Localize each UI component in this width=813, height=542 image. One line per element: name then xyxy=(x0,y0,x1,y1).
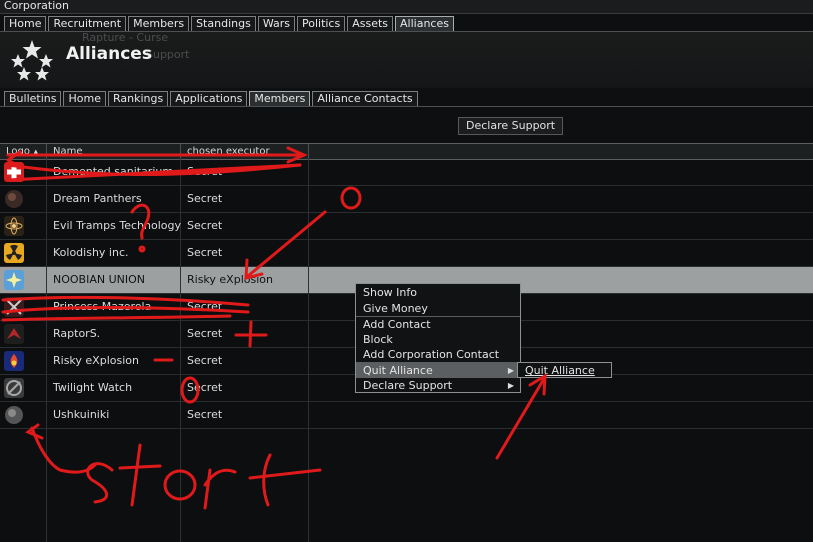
background-text: Rapture - Curse xyxy=(82,31,169,44)
sub-tabs: Bulletins Home Rankings Applications Mem… xyxy=(4,91,418,107)
menu-item-add-corporation-contact[interactable]: Add Corporation Contact xyxy=(356,347,520,362)
row-name: Twilight Watch xyxy=(47,375,181,401)
submenu-item-quit-alliance[interactable]: Quit Alliance xyxy=(518,363,611,378)
grey-orb-icon xyxy=(5,406,23,424)
menu-item-give-money[interactable]: Give Money xyxy=(356,301,520,316)
logo-cell xyxy=(0,186,47,212)
row-name: Princess Mazerola xyxy=(47,294,181,320)
menu-item-block[interactable]: Block xyxy=(356,332,520,347)
column-header-executor[interactable]: chosen executor xyxy=(181,144,309,159)
submenu: Quit Alliance xyxy=(517,362,612,378)
tab-standings[interactable]: Standings xyxy=(191,16,256,32)
menu-item-label: Quit Alliance xyxy=(363,364,433,377)
tab-politics[interactable]: Politics xyxy=(296,16,346,32)
star-burst-icon xyxy=(4,270,24,290)
logo-cell xyxy=(0,348,47,374)
swords-icon xyxy=(4,297,24,317)
column-divider xyxy=(46,429,47,542)
raptor-icon xyxy=(4,324,24,344)
tab-wars[interactable]: Wars xyxy=(257,16,295,32)
logo-cell xyxy=(0,267,47,293)
column-header-label: Logo xyxy=(6,146,30,157)
subtab-applications[interactable]: Applications xyxy=(170,91,248,107)
atom-icon xyxy=(4,216,24,236)
emblem-icon xyxy=(4,378,24,398)
tab-members[interactable]: Members xyxy=(128,16,190,32)
row-executor: Secret xyxy=(181,348,309,374)
row-name: Dream Panthers xyxy=(47,186,181,212)
alliance-stars-icon xyxy=(11,40,53,81)
logo-cell xyxy=(0,213,47,239)
menu-item-quit-alliance[interactable]: Quit Alliance ▶ xyxy=(356,363,520,378)
row-name: RaptorS. xyxy=(47,321,181,347)
declare-support-button[interactable]: Declare Support xyxy=(458,117,564,135)
tab-alliances[interactable]: Alliances xyxy=(395,16,454,32)
column-header-logo[interactable]: Logo ▲ xyxy=(0,144,47,159)
submenu-arrow-icon: ▶ xyxy=(507,381,514,390)
menu-item-declare-support[interactable]: Declare Support ▶ xyxy=(356,378,520,393)
subtab-home[interactable]: Home xyxy=(63,91,106,107)
table-row[interactable]: Evil Tramps Technology Secret xyxy=(0,213,813,240)
row-executor: Secret xyxy=(181,240,309,266)
menu-item-show-info[interactable]: Show Info xyxy=(356,285,520,300)
subtab-alliance-contacts[interactable]: Alliance Contacts xyxy=(312,91,418,107)
tab-home[interactable]: Home xyxy=(4,16,47,32)
radiation-icon xyxy=(4,243,24,263)
table-header: Logo ▲ Name chosen executor xyxy=(0,143,813,160)
column-divider xyxy=(180,429,181,542)
row-executor: Secret xyxy=(181,375,309,401)
logo-cell xyxy=(0,402,47,428)
table-row[interactable]: Dream Panthers Secret xyxy=(0,186,813,213)
logo-cell xyxy=(0,375,47,401)
table-row[interactable]: Demented sanitarium Secret xyxy=(0,159,813,186)
dark-circle-icon xyxy=(5,190,23,208)
row-name: Risky eXplosion xyxy=(47,348,181,374)
row-name: Ushkuiniki xyxy=(47,402,181,428)
tab-assets[interactable]: Assets xyxy=(347,16,394,32)
subtab-divider xyxy=(0,106,813,107)
table-row[interactable]: Ushkuiniki Secret xyxy=(0,402,813,429)
logo-cell xyxy=(0,159,47,185)
window-title: Corporation xyxy=(4,0,69,12)
blue-flame-icon xyxy=(4,351,24,371)
main-tabs: Home Recruitment Members Standings Wars … xyxy=(4,16,454,32)
tab-recruitment[interactable]: Recruitment xyxy=(48,16,127,32)
page-title: Alliances xyxy=(66,44,152,64)
logo-cell xyxy=(0,240,47,266)
window-title-bar: Corporation xyxy=(0,0,813,14)
column-divider xyxy=(308,429,309,542)
sort-ascending-icon: ▲ xyxy=(33,148,39,156)
row-executor: Secret xyxy=(181,294,309,320)
subtab-rankings[interactable]: Rankings xyxy=(107,91,169,107)
row-executor: Secret xyxy=(181,321,309,347)
logo-cell xyxy=(0,321,47,347)
column-header-name[interactable]: Name xyxy=(47,144,181,159)
row-executor: Secret xyxy=(181,159,309,185)
row-name: Evil Tramps Technology xyxy=(47,213,181,239)
context-menu: Show Info Give Money Add Contact Block A… xyxy=(355,283,521,393)
row-executor: Risky eXplosion xyxy=(181,267,309,293)
subtab-bulletins[interactable]: Bulletins xyxy=(4,91,62,107)
row-executor: Secret xyxy=(181,213,309,239)
subtab-members[interactable]: Members xyxy=(249,91,311,107)
row-name: Kolodishy inc. xyxy=(47,240,181,266)
row-executor: Secret xyxy=(181,402,309,428)
menu-item-add-contact[interactable]: Add Contact xyxy=(356,317,520,332)
row-name: NOOBIAN UNION xyxy=(47,267,181,293)
red-cross-icon xyxy=(4,162,24,182)
background-text: Support xyxy=(146,48,190,61)
menu-item-label: Declare Support xyxy=(363,379,453,392)
table-row[interactable]: Kolodishy inc. Secret xyxy=(0,240,813,267)
row-executor: Secret xyxy=(181,186,309,212)
logo-cell xyxy=(0,294,47,320)
row-name: Demented sanitarium xyxy=(47,159,181,185)
submenu-arrow-icon: ▶ xyxy=(507,366,514,375)
